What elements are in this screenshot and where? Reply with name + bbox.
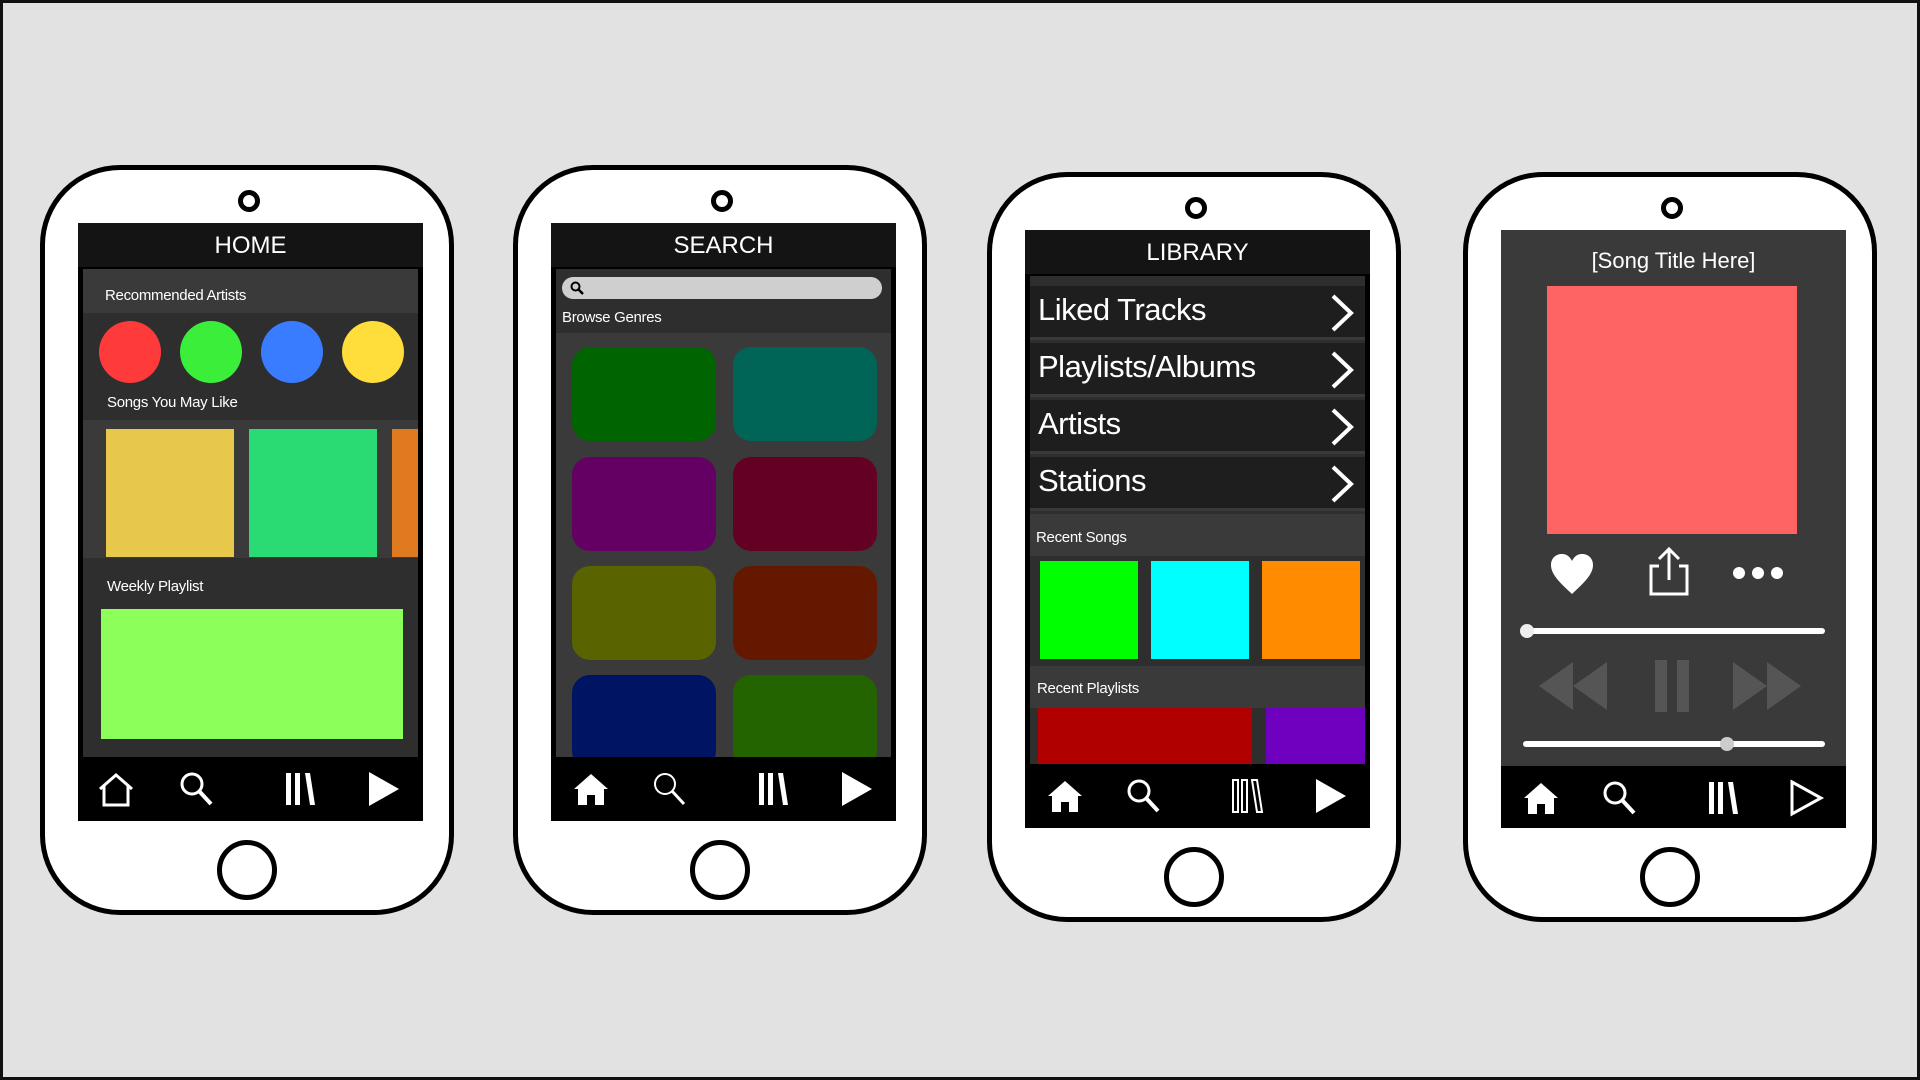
library-row-artists[interactable]: Artists xyxy=(1030,400,1365,454)
genre-tile[interactable] xyxy=(733,675,877,757)
section-recent-playlists: Recent Playlists xyxy=(1037,680,1139,697)
play-icon[interactable] xyxy=(1786,778,1826,818)
search-icon[interactable] xyxy=(176,769,216,809)
library-row-liked-tracks[interactable]: Liked Tracks xyxy=(1030,286,1365,340)
recent-playlist-tile[interactable] xyxy=(1038,708,1252,764)
player-screen: [Song Title Here] xyxy=(1501,230,1846,828)
library-screen: LIBRARY Liked Tracks Playlists/Albums Ar… xyxy=(1025,230,1370,828)
library-icon[interactable] xyxy=(1227,776,1267,816)
play-icon[interactable] xyxy=(836,769,876,809)
bottom-nav xyxy=(1501,766,1846,828)
artist-avatar[interactable] xyxy=(261,321,323,383)
search-screen: SEARCH Browse Genres xyxy=(551,223,896,821)
camera-dot xyxy=(1185,197,1207,219)
page-title: SEARCH xyxy=(551,223,896,267)
camera-dot xyxy=(711,190,733,212)
phone-home: HOME Recommended Artists Songs You May L… xyxy=(40,165,454,915)
home-icon[interactable] xyxy=(1521,778,1561,818)
artist-avatar[interactable] xyxy=(180,321,242,383)
song-tile[interactable] xyxy=(106,429,234,557)
chevron-right-icon xyxy=(1331,351,1354,389)
library-row-stations[interactable]: Stations xyxy=(1030,457,1365,511)
phone-home-button xyxy=(1164,847,1224,907)
song-title: [Song Title Here] xyxy=(1591,248,1756,273)
genre-tile[interactable] xyxy=(572,566,716,660)
chevron-right-icon xyxy=(1331,294,1354,332)
volume-track[interactable] xyxy=(1523,741,1825,747)
phone-home-button xyxy=(1640,847,1700,907)
phone-home-button xyxy=(217,840,277,900)
chevron-right-icon xyxy=(1331,408,1354,446)
more-options-icon[interactable] xyxy=(1731,563,1785,583)
library-row-playlists-albums[interactable]: Playlists/Albums xyxy=(1030,343,1365,397)
search-content: Browse Genres xyxy=(556,269,891,757)
recent-song-tile[interactable] xyxy=(1262,561,1360,659)
pause-icon[interactable] xyxy=(1653,658,1691,714)
search-icon xyxy=(570,281,584,295)
home-screen: HOME Recommended Artists Songs You May L… xyxy=(78,223,423,821)
weekly-playlist-tile[interactable] xyxy=(101,609,403,739)
page-title: LIBRARY xyxy=(1025,230,1370,274)
artist-avatar[interactable] xyxy=(99,321,161,383)
fast-forward-icon[interactable] xyxy=(1731,658,1803,714)
home-icon[interactable] xyxy=(1045,776,1085,816)
home-content: Recommended Artists Songs You May Like W… xyxy=(83,269,418,757)
search-icon[interactable] xyxy=(649,769,689,809)
genre-tile[interactable] xyxy=(733,566,877,660)
genre-tile[interactable] xyxy=(572,457,716,551)
progress-handle[interactable] xyxy=(1520,624,1534,638)
section-recommended-artists: Recommended Artists xyxy=(105,287,247,304)
genre-tile[interactable] xyxy=(733,347,877,441)
phone-player: [Song Title Here] xyxy=(1463,172,1877,922)
library-row-label: Stations xyxy=(1038,463,1147,498)
section-recent-songs: Recent Songs xyxy=(1036,529,1127,546)
camera-dot xyxy=(1661,197,1683,219)
progress-track[interactable] xyxy=(1523,628,1825,634)
genre-tile[interactable] xyxy=(572,675,716,757)
volume-handle[interactable] xyxy=(1719,737,1734,751)
chevron-right-icon xyxy=(1331,465,1354,503)
album-art xyxy=(1547,286,1797,534)
section-songs-you-may-like: Songs You May Like xyxy=(107,394,238,411)
recent-playlist-tile[interactable] xyxy=(1266,708,1365,764)
search-icon[interactable] xyxy=(1599,778,1639,818)
play-icon[interactable] xyxy=(1310,776,1350,816)
page-title: HOME xyxy=(78,223,423,267)
library-icon[interactable] xyxy=(280,769,320,809)
song-tile[interactable] xyxy=(249,429,377,557)
genre-tile[interactable] xyxy=(733,457,877,551)
library-row-label: Playlists/Albums xyxy=(1038,349,1256,384)
recent-song-tile[interactable] xyxy=(1151,561,1249,659)
rewind-icon[interactable] xyxy=(1537,658,1609,714)
home-icon[interactable] xyxy=(571,769,611,809)
home-icon[interactable] xyxy=(96,769,136,809)
bottom-nav xyxy=(551,757,896,821)
phone-search: SEARCH Browse Genres xyxy=(513,165,927,915)
library-icon[interactable] xyxy=(1703,778,1743,818)
bottom-nav xyxy=(1025,764,1370,828)
library-content: Liked Tracks Playlists/Albums Artists St… xyxy=(1030,276,1365,764)
share-icon[interactable] xyxy=(1647,546,1691,598)
library-row-label: Liked Tracks xyxy=(1038,292,1207,327)
library-icon[interactable] xyxy=(753,769,793,809)
phone-home-button xyxy=(690,840,750,900)
section-browse-genres: Browse Genres xyxy=(562,309,662,326)
camera-dot xyxy=(238,190,260,212)
section-weekly-playlist: Weekly Playlist xyxy=(107,578,204,595)
search-icon[interactable] xyxy=(1123,776,1163,816)
phone-library: LIBRARY Liked Tracks Playlists/Albums Ar… xyxy=(987,172,1401,922)
song-tile[interactable] xyxy=(392,429,418,557)
artist-avatar[interactable] xyxy=(342,321,404,383)
play-icon[interactable] xyxy=(363,769,403,809)
library-row-label: Artists xyxy=(1038,406,1121,441)
heart-icon[interactable] xyxy=(1549,552,1595,596)
bottom-nav xyxy=(78,757,423,821)
recent-song-tile[interactable] xyxy=(1040,561,1138,659)
search-input[interactable] xyxy=(562,277,882,299)
genre-tile[interactable] xyxy=(572,347,716,441)
